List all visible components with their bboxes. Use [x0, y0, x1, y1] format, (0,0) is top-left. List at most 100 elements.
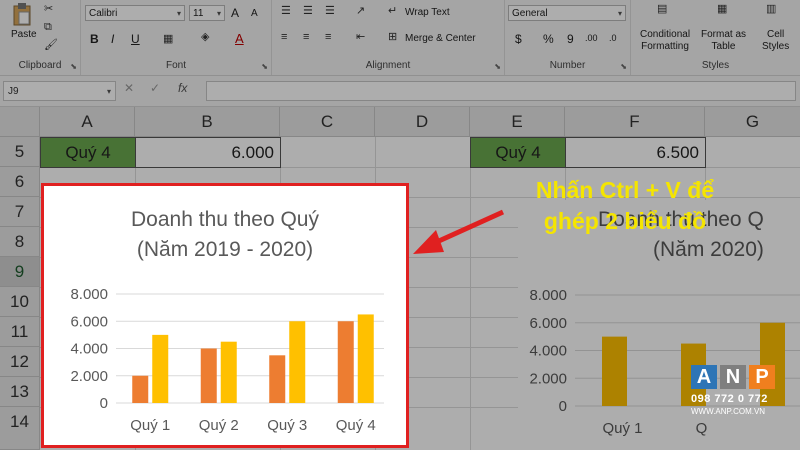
- format-as-table-icon[interactable]: ▦: [717, 2, 727, 16]
- watermark-letter-n: N: [720, 365, 746, 389]
- watermark-letter-p: P: [749, 365, 775, 389]
- italic-button[interactable]: I: [111, 32, 114, 46]
- bold-button[interactable]: B: [90, 32, 99, 46]
- y-tick-label: 0: [559, 398, 567, 415]
- bar: [337, 321, 354, 403]
- dialog-launcher-icon[interactable]: ⬊: [494, 62, 501, 71]
- align-middle-icon[interactable]: ☰: [303, 4, 313, 18]
- row-header-5[interactable]: 5: [0, 137, 40, 167]
- row-header-14[interactable]: 14: [0, 407, 40, 450]
- cell-e5[interactable]: Quý 4: [470, 137, 566, 168]
- copy-icon[interactable]: ⧉: [44, 20, 52, 34]
- cell-a5[interactable]: Quý 4: [40, 137, 136, 168]
- cancel-icon[interactable]: ✕: [124, 81, 134, 95]
- column-header-b[interactable]: B: [135, 107, 280, 137]
- bar: [357, 314, 374, 403]
- align-top-icon[interactable]: ☰: [281, 4, 291, 18]
- align-center-icon[interactable]: ≡: [303, 30, 309, 44]
- row-header-13[interactable]: 13: [0, 377, 40, 407]
- row-header-7[interactable]: 7: [0, 197, 40, 227]
- wrap-text-icon[interactable]: ↵: [388, 4, 397, 18]
- y-tick-label: 4.000: [70, 341, 108, 358]
- orientation-icon[interactable]: ↗: [356, 4, 365, 18]
- insert-function-button[interactable]: fx: [178, 81, 187, 95]
- comma-button[interactable]: 9: [567, 32, 574, 46]
- row-header-8[interactable]: 8: [0, 227, 40, 257]
- increase-decimal-button[interactable]: .00: [585, 33, 598, 43]
- row-header-11[interactable]: 11: [0, 317, 40, 347]
- chevron-down-icon: ▾: [617, 9, 622, 18]
- number-group: General ▾ $ % 9 .00 .0 Number ⬊: [505, 0, 631, 75]
- grid-line: [470, 137, 471, 450]
- shrink-font-button[interactable]: A: [251, 8, 258, 19]
- y-tick-label: 2.000: [529, 370, 567, 387]
- wrap-text-button[interactable]: Wrap Text: [405, 7, 450, 18]
- x-tick-label: Quý 1: [130, 417, 170, 434]
- cut-icon[interactable]: ✂: [44, 2, 53, 16]
- align-right-icon[interactable]: ≡: [325, 30, 331, 44]
- paste-icon[interactable]: [11, 2, 33, 26]
- dialog-launcher-icon[interactable]: ⬊: [261, 62, 268, 71]
- ribbon: Paste ✂ ⧉ 🖌 Clipboard ⬊ Calibri ▾ 11 ▾ A A…: [0, 0, 800, 76]
- alignment-group: ☰ ☰ ☰ ↗ ↵ Wrap Text ≡ ≡ ≡ ⇤ ⊞ Merge & Ce…: [272, 0, 505, 75]
- watermark-site: WWW.ANP.COM.VN: [691, 407, 766, 416]
- row-header-10[interactable]: 10: [0, 287, 40, 317]
- chart-2020[interactable]: Doanh thu theo Q (Năm 2020) 0 2.000 4.000 6…: [518, 200, 800, 460]
- cell-b5[interactable]: 6.000: [135, 137, 281, 168]
- chevron-down-icon: ▾: [106, 87, 111, 96]
- column-header-g[interactable]: G: [705, 107, 800, 137]
- conditional-formatting-button[interactable]: Conditional Formatting: [640, 29, 690, 53]
- instruction-line-1: Nhấn Ctrl + V để: [535, 177, 715, 203]
- column-header-e[interactable]: E: [470, 107, 565, 137]
- name-box[interactable]: J9 ▾: [3, 81, 116, 101]
- font-size-select[interactable]: 11 ▾: [189, 5, 225, 21]
- column-header-d[interactable]: D: [375, 107, 470, 137]
- align-bottom-icon[interactable]: ☰: [325, 4, 335, 18]
- borders-icon[interactable]: ▦: [163, 32, 173, 46]
- clipboard-group-label: Clipboard: [18, 60, 62, 71]
- instruction-text: Nhấn Ctrl + V để ghép 2 biểu đồ: [480, 175, 770, 237]
- x-tick-label: Quý 3: [267, 417, 307, 434]
- x-tick-label: Quý 2: [199, 417, 239, 434]
- format-as-table-button[interactable]: Format as Table: [701, 29, 746, 53]
- font-name-select[interactable]: Calibri ▾: [85, 5, 185, 21]
- chart-2019-2020[interactable]: Doanh thu theo Quý (Năm 2019 - 2020) 0 2.…: [41, 183, 409, 448]
- column-header-a[interactable]: A: [40, 107, 135, 137]
- fill-color-icon[interactable]: ◈: [201, 30, 209, 44]
- number-format-select[interactable]: General ▾: [508, 5, 626, 21]
- cell-styles-button[interactable]: Cell Styles: [762, 29, 789, 53]
- column-header-c[interactable]: C: [280, 107, 375, 137]
- chevron-down-icon: ▾: [216, 9, 221, 18]
- select-all-corner[interactable]: [0, 107, 40, 137]
- percent-button[interactable]: %: [543, 32, 554, 46]
- cell-styles-icon[interactable]: ▥: [766, 2, 776, 16]
- x-tick-label: Quý 1: [602, 420, 642, 437]
- row-header-9[interactable]: 9: [0, 257, 40, 287]
- paste-button[interactable]: Paste: [11, 29, 37, 40]
- align-left-icon[interactable]: ≡: [281, 30, 287, 44]
- currency-button[interactable]: $: [515, 32, 522, 46]
- row-header-6[interactable]: 6: [0, 167, 40, 197]
- formula-input[interactable]: [206, 81, 796, 101]
- grow-font-button[interactable]: A: [231, 6, 239, 20]
- decrease-decimal-button[interactable]: .0: [609, 33, 617, 43]
- merge-center-icon[interactable]: ⊞: [388, 30, 397, 44]
- arrow-icon: [413, 209, 505, 254]
- y-tick-label: 2.000: [70, 368, 108, 385]
- conditional-formatting-icon[interactable]: ▤: [657, 2, 667, 16]
- merge-center-button[interactable]: Merge & Center: [405, 33, 476, 44]
- dialog-launcher-icon[interactable]: ⬊: [70, 62, 77, 71]
- indent-icon[interactable]: ⇤: [356, 30, 365, 44]
- number-format-value: General: [512, 8, 548, 19]
- column-header-f[interactable]: F: [565, 107, 705, 137]
- cell-f5[interactable]: 6.500: [565, 137, 706, 168]
- font-color-button[interactable]: A: [235, 31, 244, 46]
- y-tick-label: 6.000: [529, 315, 567, 332]
- dialog-launcher-icon[interactable]: ⬊: [620, 62, 627, 71]
- row-header-12[interactable]: 12: [0, 347, 40, 377]
- underline-button[interactable]: U: [131, 32, 140, 46]
- enter-icon[interactable]: ✓: [150, 81, 160, 95]
- format-painter-icon[interactable]: 🖌: [44, 38, 58, 52]
- font-group: Calibri ▾ 11 ▾ A A B I U ▦ ◈ A Font ⬊: [81, 0, 272, 75]
- chevron-down-icon: ▾: [176, 9, 181, 18]
